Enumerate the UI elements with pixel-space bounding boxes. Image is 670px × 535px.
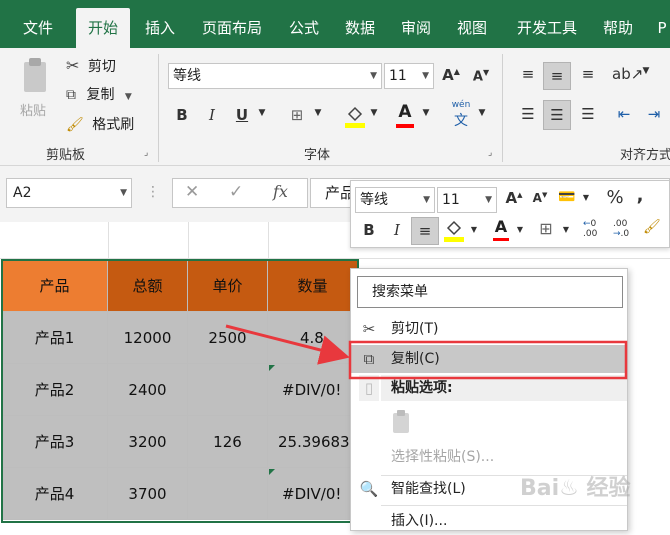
watermark-logo: Bai♨ 经验	[520, 476, 631, 501]
annotation-overlay	[225, 324, 628, 380]
annotation-highlight-box	[348, 340, 628, 380]
annotation-arrow	[225, 324, 350, 365]
